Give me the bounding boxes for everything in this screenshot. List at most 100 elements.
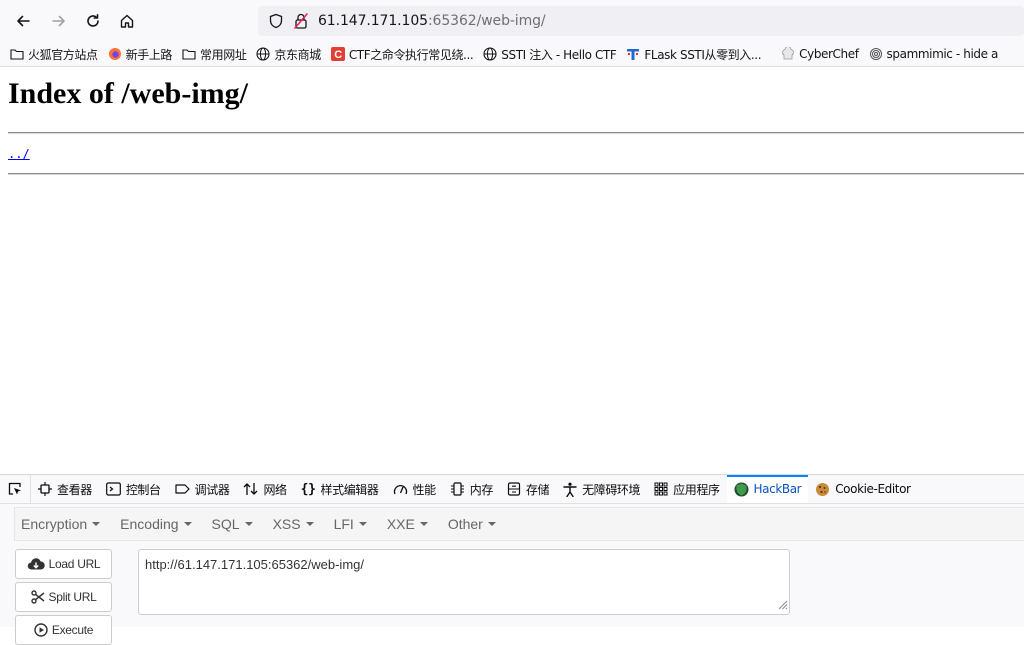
debugger-icon	[175, 482, 190, 496]
menu-encryption[interactable]: Encryption	[21, 516, 101, 532]
performance-icon	[393, 482, 408, 496]
globe-icon	[483, 47, 497, 61]
play-circle-icon	[34, 623, 48, 637]
caret-down-icon	[358, 522, 367, 526]
tab-accessibility[interactable]: 无障碍环境	[556, 475, 647, 503]
tab-cookie-editor[interactable]: Cookie-Editor	[808, 475, 917, 503]
console-icon	[105, 482, 121, 496]
tab-label: 查看器	[57, 482, 92, 497]
tab-application[interactable]: 应用程序	[647, 475, 726, 503]
reload-button[interactable]	[80, 8, 106, 34]
address-bar[interactable]: 61.147.171.105:65362/web-img/	[258, 6, 1024, 36]
tab-label: 无障碍环境	[582, 482, 641, 497]
menu-label: Encoding	[120, 516, 179, 532]
url-textarea-value: http://61.147.171.105:65362/web-img/	[145, 557, 364, 572]
element-picker-icon	[8, 482, 21, 495]
load-url-label: Load URL	[48, 557, 101, 571]
folder-icon	[10, 47, 24, 61]
insecure-lock-icon[interactable]	[293, 12, 309, 35]
split-url-label: Split URL	[48, 590, 97, 604]
fingerprint-icon	[869, 47, 883, 61]
menu-label: XXE	[386, 516, 415, 532]
divider-top	[8, 132, 1024, 134]
bookmark-label: CTF之命令执行常见绕...	[348, 47, 474, 62]
url-text[interactable]: 61.147.171.105:65362/web-img/	[318, 13, 546, 29]
tab-memory[interactable]: 内存	[443, 475, 500, 503]
bookmark-cyberchef[interactable]: CyberChef	[781, 47, 859, 61]
tab-style-editor[interactable]: {} 样式编辑器	[294, 475, 386, 503]
element-picker-button[interactable]	[0, 475, 31, 503]
folder-icon	[182, 47, 196, 61]
bookmark-flask-ssti[interactable]: FLask SSTI从零到入...	[626, 46, 762, 63]
bookmark-label: 京东商城	[274, 47, 321, 62]
tab-performance[interactable]: 性能	[386, 475, 443, 503]
menu-label: Encryption	[21, 516, 88, 532]
menu-label: SQL	[211, 516, 240, 532]
back-button[interactable]	[10, 8, 36, 34]
resize-grip-icon[interactable]	[776, 598, 788, 613]
hackbar-icon	[734, 482, 749, 497]
caret-down-icon	[305, 522, 314, 526]
tab-label: HackBar	[753, 482, 802, 496]
tab-label: 应用程序	[673, 482, 720, 497]
bookmark-ssti[interactable]: SSTI 注入 - Hello CTF	[483, 46, 617, 63]
cookie-icon	[815, 482, 830, 497]
tab-console[interactable]: 控制台	[99, 475, 168, 503]
shield-icon[interactable]	[268, 13, 284, 34]
tab-hackbar[interactable]: HackBar	[726, 475, 809, 503]
tab-label: 内存	[469, 482, 494, 497]
parent-directory-link[interactable]: ../	[8, 147, 30, 161]
memory-icon	[450, 482, 465, 496]
menu-encoding[interactable]: Encoding	[120, 516, 192, 532]
tab-label: Cookie-Editor	[835, 482, 911, 496]
tab-label: 存储	[525, 482, 550, 497]
network-icon	[243, 482, 258, 496]
page-title: Index of /web-img/	[8, 77, 248, 110]
split-url-button[interactable]: Split URL	[15, 582, 112, 612]
caret-down-icon	[419, 522, 428, 526]
execute-button[interactable]: Execute	[15, 615, 112, 645]
home-button[interactable]	[114, 8, 140, 34]
bookmark-label: spammimic - hide a	[886, 47, 999, 61]
bookmark-ctf-command[interactable]: C CTF之命令执行常见绕...	[330, 46, 474, 63]
bookmark-spammimic[interactable]: spammimic - hide a	[869, 47, 998, 61]
menu-xxe[interactable]: XXE	[387, 516, 428, 532]
menu-label: XSS	[272, 516, 301, 532]
tab-network[interactable]: 网络	[236, 475, 293, 503]
bookmark-getting-started[interactable]: 新手上路	[108, 46, 172, 63]
devtools-panel: 查看器 控制台 调试器 网络 {} 样式编辑器 性能 内存 存储 无障碍环境 应…	[0, 474, 1024, 645]
scissors-icon	[30, 590, 45, 604]
page-content: Index of /web-img/ ../	[0, 67, 1024, 473]
menu-xss[interactable]: XSS	[273, 516, 314, 532]
svg-text:C: C	[334, 49, 342, 61]
url-textarea[interactable]: http://61.147.171.105:65362/web-img/	[138, 549, 790, 615]
inspector-icon	[38, 482, 52, 496]
bookmark-jd[interactable]: 京东商城	[256, 46, 321, 63]
execute-label: Execute	[51, 623, 94, 637]
site-icon	[626, 47, 640, 61]
tab-label: 调试器	[194, 482, 230, 497]
forward-button[interactable]	[46, 8, 72, 34]
bookmark-label: CyberChef	[799, 47, 859, 61]
tab-storage[interactable]: 存储	[500, 475, 556, 503]
bookmark-common-sites[interactable]: 常用网址	[182, 46, 247, 63]
menu-sql[interactable]: SQL	[212, 516, 253, 532]
load-url-button[interactable]: Load URL	[15, 549, 112, 579]
home-icon	[120, 14, 134, 28]
menu-lfi[interactable]: LFI	[334, 516, 367, 532]
url-path: :65362/web-img/	[427, 13, 546, 29]
tab-debugger[interactable]: 调试器	[168, 475, 237, 503]
tab-label: 性能	[412, 482, 437, 497]
bookmarks-bar: 火狐官方站点 新手上路 常用网址 京东商城 C CTF之命令执行常见绕... S…	[0, 42, 1024, 67]
caret-down-icon	[244, 522, 253, 526]
storage-icon	[507, 482, 521, 496]
tab-inspector[interactable]: 查看器	[31, 475, 99, 503]
bookmark-firefox-official[interactable]: 火狐官方站点	[10, 46, 98, 63]
caret-down-icon	[92, 522, 101, 526]
bookmark-label: 常用网址	[200, 47, 247, 62]
chef-hat-icon	[781, 47, 795, 61]
tab-label: 网络	[263, 482, 287, 497]
caret-down-icon	[183, 522, 192, 526]
menu-other[interactable]: Other	[448, 516, 496, 532]
caret-down-icon	[487, 522, 496, 526]
